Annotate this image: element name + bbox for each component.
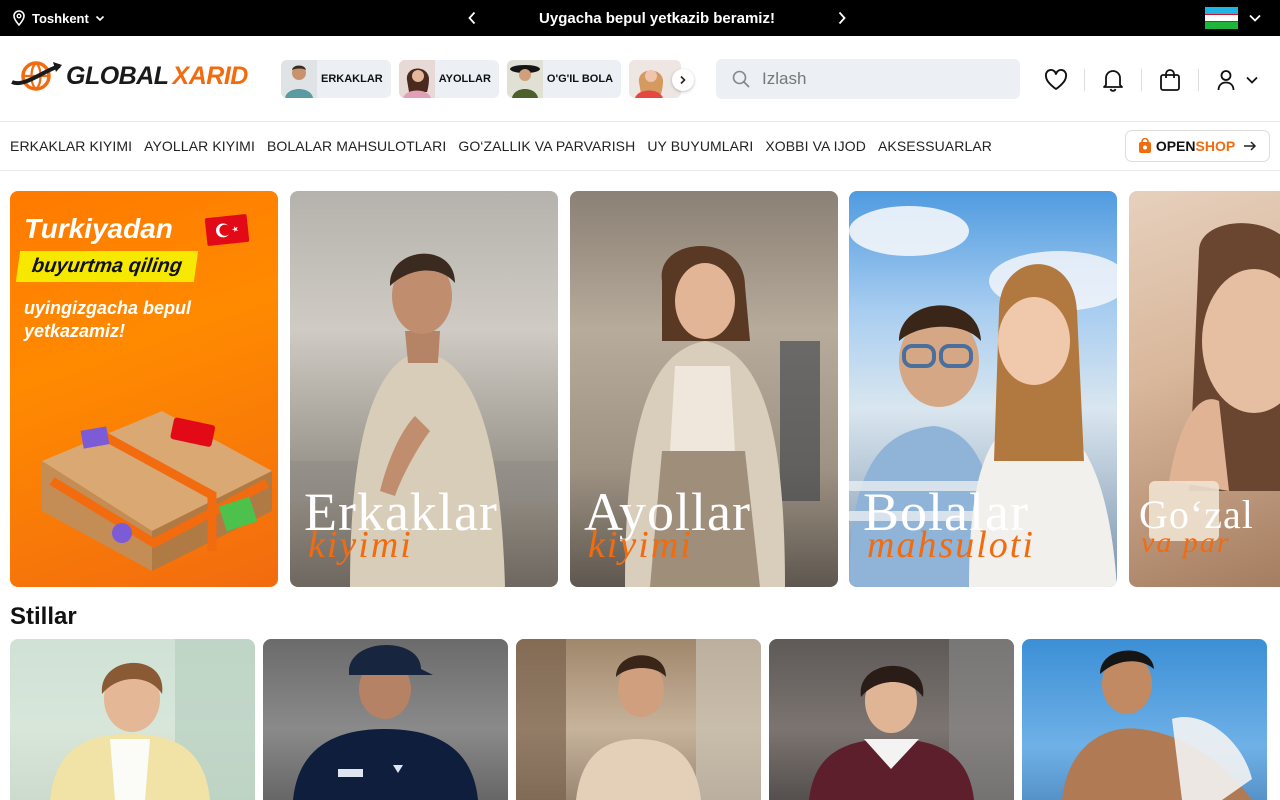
main-header: GLOBAL XARID ERKAKLAR AYOLLAR O'G'IL BOL…	[0, 36, 1280, 122]
header-separator	[1141, 69, 1142, 91]
cart-button[interactable]	[1154, 64, 1186, 96]
promo-carousel: Uygacha bepul yetkazib beramiz!	[462, 0, 852, 36]
nav-accessories[interactable]: AKSESSUARLAR	[878, 138, 992, 154]
women-thumbnail	[398, 60, 435, 98]
men-clothing-banner[interactable]: Erkaklar kiyimi	[290, 191, 558, 587]
location-pin-icon	[13, 10, 25, 26]
header-separator	[1198, 69, 1199, 91]
banner-carousel: Turkiyadan buyurtma qiling uyingizgacha …	[10, 191, 1280, 587]
chip-women[interactable]: AYOLLAR	[398, 60, 499, 98]
promo-line-3: uyingizgacha bepul yetkazamiz!	[24, 298, 192, 341]
chevron-down-icon	[95, 15, 104, 22]
notifications-button[interactable]	[1097, 64, 1129, 96]
boys-thumbnail	[506, 60, 543, 98]
openshop-button[interactable]: OPEN SHOP	[1125, 130, 1270, 162]
nav-hobby-craft[interactable]: XOBBI VA IJOD	[765, 138, 866, 154]
style-photo	[516, 639, 761, 800]
men-thumbnail	[281, 60, 317, 98]
turkey-flag-icon	[204, 213, 250, 247]
nav-beauty-care[interactable]: GO‘ZALLIK VA PARVARISH	[458, 138, 635, 154]
nav-kids-products[interactable]: BOLALAR MAHSULOTLARI	[267, 138, 446, 154]
promo-banner[interactable]: Turkiyadan buyurtma qiling uyingizgacha …	[10, 191, 278, 587]
chip-label: O'G'IL BOLA	[546, 73, 614, 85]
openshop-label-open: OPEN	[1155, 138, 1196, 154]
bell-icon	[1103, 70, 1123, 92]
header-actions	[1040, 64, 1265, 96]
style-photo	[50, 639, 255, 800]
nav-women-clothing[interactable]: AYOLLAR KIYIMI	[144, 138, 255, 154]
nav-men-clothing[interactable]: ERKAKLAR KIYIMI	[10, 138, 132, 154]
banner-subtitle: kiyimi	[308, 524, 413, 566]
chevron-right-icon	[680, 75, 686, 85]
category-nav: ERKAKLAR KIYIMI AYOLLAR KIYIMI BOLALAR M…	[0, 122, 1280, 171]
style-photo	[809, 639, 1014, 800]
styles-carousel	[10, 639, 1280, 800]
shop-bag-icon	[1138, 138, 1151, 153]
user-icon	[1217, 70, 1235, 91]
promo-prev-button[interactable]	[462, 8, 482, 28]
nav-home-goods[interactable]: UY BUYUMLARI	[647, 138, 753, 154]
banner-subtitle: mahsuloti	[867, 524, 1035, 566]
chevron-right-icon	[838, 11, 846, 25]
chevron-left-icon	[468, 11, 476, 25]
style-photo	[1062, 650, 1252, 800]
style-card[interactable]	[10, 639, 255, 800]
chip-label: AYOLLAR	[438, 73, 491, 85]
arrow-right-icon	[1244, 141, 1257, 151]
uzbekistan-flag-icon	[1205, 7, 1238, 29]
location-selector[interactable]: Toshkent	[12, 0, 105, 36]
heart-icon	[1044, 69, 1068, 90]
globe-logo-icon	[11, 61, 62, 91]
style-card[interactable]	[516, 639, 761, 800]
beauty-care-banner[interactable]: Go‘zal va par	[1129, 191, 1280, 587]
location-label: Toshkent	[32, 10, 89, 26]
banner-subtitle: va par	[1141, 526, 1231, 559]
search-icon	[732, 70, 750, 88]
styles-section-title: Stillar	[10, 603, 77, 630]
category-chips: ERKAKLAR AYOLLAR O'G'IL BOLA	[281, 60, 682, 98]
style-photo	[293, 645, 478, 800]
logo-text-global: GLOBAL	[66, 61, 169, 90]
search-input[interactable]	[762, 69, 1002, 89]
style-card[interactable]	[1022, 639, 1267, 800]
promo-line-1: Turkiyadan	[24, 213, 173, 244]
promo-line-2: buyurtma qiling	[15, 251, 199, 282]
banner-subtitle: kiyimi	[588, 524, 693, 566]
parcel-box-illustration	[42, 411, 272, 571]
chip-boys[interactable]: O'G'IL BOLA	[506, 60, 622, 98]
language-selector[interactable]	[1205, 7, 1262, 29]
shopping-bag-icon	[1160, 69, 1180, 91]
style-card[interactable]	[769, 639, 1014, 800]
openshop-label-shop: SHOP	[1195, 138, 1236, 154]
chips-next-button[interactable]	[672, 69, 694, 91]
account-button[interactable]	[1211, 64, 1265, 96]
site-logo[interactable]: GLOBAL XARID	[10, 58, 248, 94]
chevron-down-icon	[1249, 14, 1261, 22]
logo-text-xarid: XARID	[172, 61, 249, 90]
kids-products-banner[interactable]: Bolalar mahsuloti	[849, 191, 1117, 587]
style-card[interactable]	[263, 639, 508, 800]
header-separator	[1084, 69, 1085, 91]
women-clothing-banner[interactable]: Ayollar kiyimi	[570, 191, 838, 587]
favorites-button[interactable]	[1040, 64, 1072, 96]
promo-next-button[interactable]	[832, 8, 852, 28]
chip-label: ERKAKLAR	[321, 73, 383, 85]
chevron-down-icon	[1246, 76, 1258, 84]
chip-men[interactable]: ERKAKLAR	[281, 60, 391, 98]
promo-message: Uygacha bepul yetkazib beramiz!	[539, 9, 775, 27]
top-bar: Toshkent Uygacha bepul yetkazib beramiz!	[0, 0, 1280, 36]
category-nav-items: ERKAKLAR KIYIMI AYOLLAR KIYIMI BOLALAR M…	[10, 122, 992, 170]
search-box[interactable]	[716, 59, 1020, 99]
